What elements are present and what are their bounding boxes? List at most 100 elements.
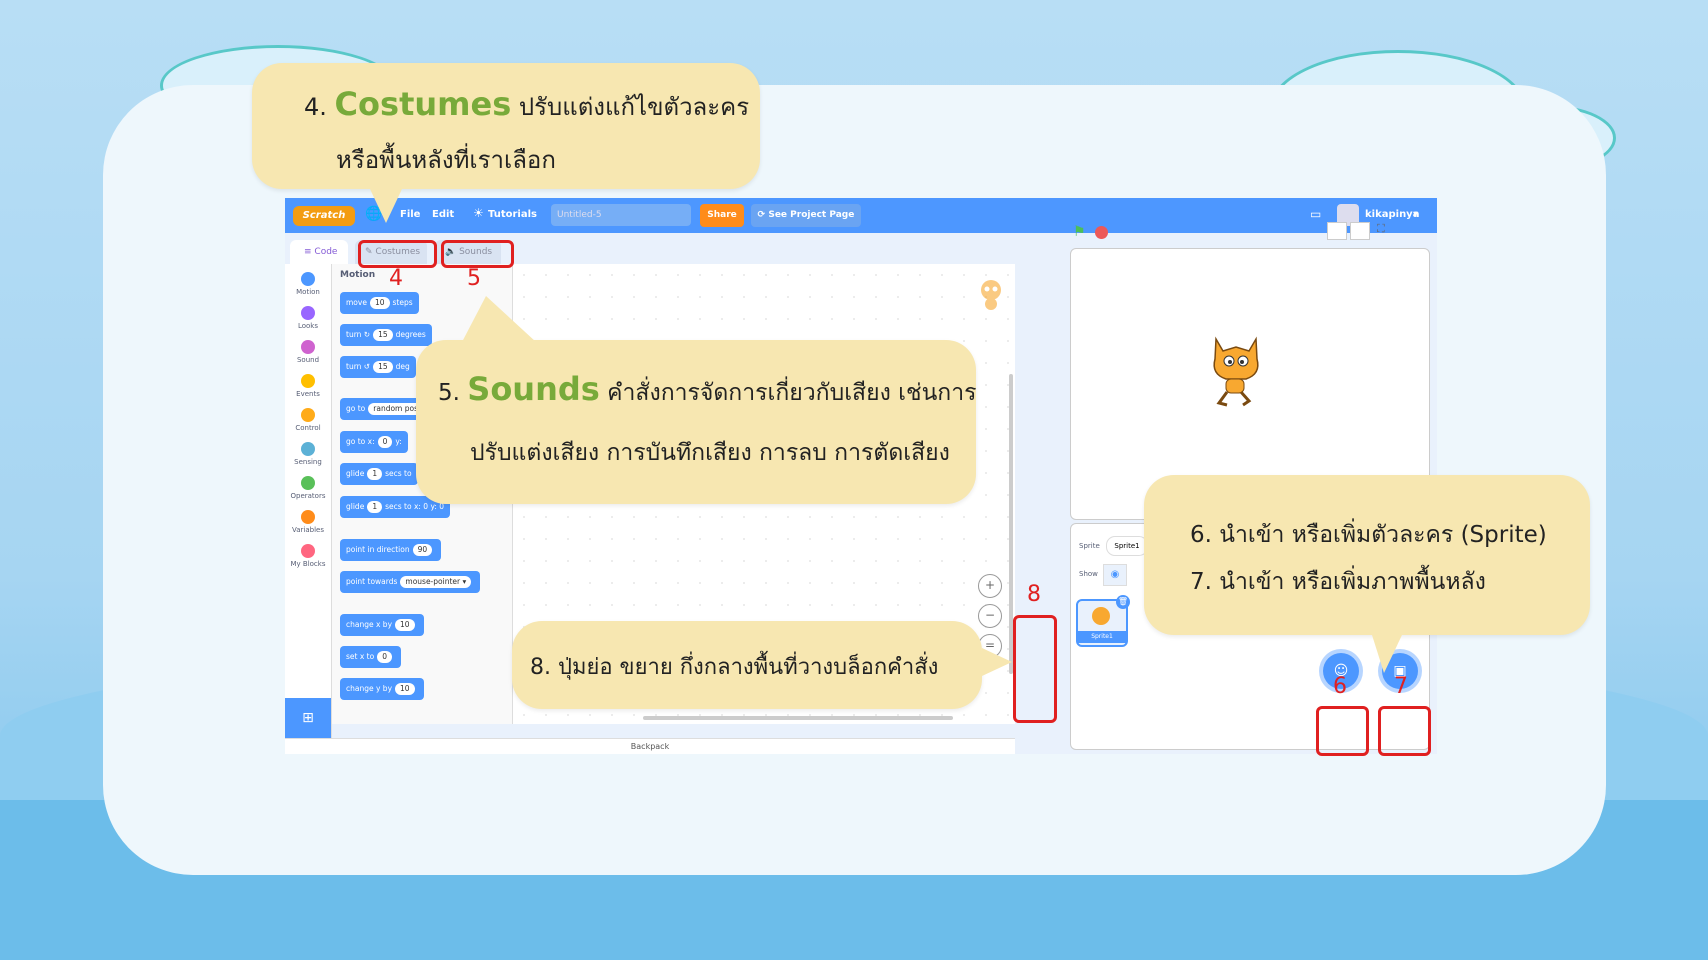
category-dot-icon <box>301 510 315 524</box>
category-sound[interactable]: Sound <box>285 340 331 364</box>
motion-block[interactable]: set x to 0 <box>340 646 401 668</box>
callout-67-line2: 7. นำเข้า หรือเพิ่มภาพพื้นหลัง <box>1190 569 1486 595</box>
tab-code[interactable]: ≡ Code <box>290 240 348 264</box>
block-text: glide <box>346 469 365 478</box>
menu-file[interactable]: File <box>400 209 420 220</box>
category-label: Motion <box>296 288 320 296</box>
callout-costumes-line2: หรือพื้นหลังที่เราเลือก <box>336 146 556 174</box>
motion-block[interactable]: change y by 10 <box>340 678 424 700</box>
category-looks[interactable]: Looks <box>285 306 331 330</box>
block-input[interactable]: 0 <box>377 651 392 663</box>
zoom-out-button[interactable]: − <box>978 604 1002 628</box>
sprite-thumbnail[interactable]: Sprite1 🗑 <box>1076 595 1130 647</box>
category-sensing[interactable]: Sensing <box>285 442 331 466</box>
sprite-thumb-cat-icon <box>1092 607 1110 625</box>
motion-block[interactable]: point in direction 90 <box>340 539 442 561</box>
stop-icon[interactable] <box>1095 226 1108 239</box>
block-input[interactable]: 1 <box>367 468 383 480</box>
block-input[interactable]: 0 <box>377 436 393 448</box>
motion-block[interactable]: turn ↻ 15 degrees <box>340 324 432 346</box>
folder-icon[interactable]: ▭ <box>1310 207 1321 221</box>
small-stage-icon[interactable] <box>1327 222 1347 240</box>
block-text: turn ↻ <box>346 330 371 339</box>
callout-costumes: 4. Costumes ปรับแต่งแก้ไขตัวละคร หรือพื้… <box>252 63 760 189</box>
block-text: move <box>346 298 367 307</box>
block-input[interactable]: 15 <box>373 361 393 373</box>
category-my-blocks[interactable]: My Blocks <box>285 544 331 568</box>
block-input[interactable]: 10 <box>369 297 390 309</box>
normal-stage-icon[interactable] <box>1350 222 1370 240</box>
motion-block[interactable]: glide 1 secs to <box>340 463 418 485</box>
highlight-sounds <box>441 240 514 268</box>
menu-tutorials[interactable]: Tutorials <box>488 209 537 220</box>
lightbulb-icon: ☀ <box>473 206 484 220</box>
block-text: deg <box>395 362 410 371</box>
backpack[interactable]: Backpack <box>285 738 1015 754</box>
callout-costumes-line1: ปรับแต่งแก้ไขตัวละคร <box>518 93 750 121</box>
block-input[interactable]: 1 <box>367 501 383 513</box>
block-text: steps <box>392 298 413 307</box>
see-project-label: See Project Page <box>768 210 855 220</box>
project-title-input[interactable]: Untitled-5 <box>551 204 691 226</box>
block-text: y: <box>395 437 402 446</box>
menu-edit[interactable]: Edit <box>432 209 454 220</box>
block-input[interactable]: 10 <box>395 619 415 631</box>
callout-zoom-text: 8. ปุ่มย่อ ขยาย กึ่งกลางพื้นที่วางบล็อกค… <box>530 655 939 680</box>
category-variables[interactable]: Variables <box>285 510 331 534</box>
motion-block[interactable]: change x by 10 <box>340 614 424 636</box>
category-operators[interactable]: Operators <box>285 476 331 500</box>
see-project-page-button[interactable]: ⟳ See Project Page <box>751 204 861 227</box>
show-label: Show <box>1079 570 1098 578</box>
callout-sounds-num: 5. <box>438 380 460 406</box>
scratch-cat-icon <box>1213 336 1259 407</box>
block-text: turn ↺ <box>346 362 371 371</box>
block-input[interactable]: 15 <box>373 329 393 341</box>
motion-block[interactable]: turn ↺ 15 deg <box>340 356 416 378</box>
eye-icon[interactable]: ◉ <box>1103 564 1127 586</box>
share-button[interactable]: Share <box>700 204 744 227</box>
chevron-down-icon[interactable]: ▾ <box>1413 209 1418 220</box>
menu-bar: Scratch 🌐 File Edit ☀ Tutorials Untitled… <box>285 198 1437 233</box>
block-input[interactable]: 10 <box>395 683 415 695</box>
marker-4: 4 <box>389 266 403 291</box>
marker-6: 6 <box>1333 674 1347 699</box>
highlight-add-backdrop <box>1378 706 1431 756</box>
horizontal-scrollbar[interactable] <box>643 716 953 720</box>
motion-block[interactable]: move 10 steps <box>340 292 419 314</box>
category-label: Variables <box>292 526 324 534</box>
marker-7: 7 <box>1394 674 1408 699</box>
fullscreen-icon[interactable]: ⛶ <box>1377 222 1385 236</box>
category-dot-icon <box>301 340 315 354</box>
callout-zoom: 8. ปุ่มย่อ ขยาย กึ่งกลางพื้นที่วางบล็อกค… <box>512 621 982 709</box>
category-events[interactable]: Events <box>285 374 331 398</box>
block-input[interactable]: mouse-pointer ▾ <box>400 576 472 588</box>
category-motion[interactable]: Motion <box>285 272 331 296</box>
block-input[interactable]: 90 <box>412 544 433 556</box>
callout-sounds-tail <box>462 296 536 342</box>
motion-block[interactable]: go to x: 0 y: <box>340 431 408 453</box>
highlight-add-sprite <box>1316 706 1369 756</box>
zoom-in-button[interactable]: + <box>978 574 1002 598</box>
category-menu: Motion Looks Sound Events Control Sensing Oper… <box>285 264 332 754</box>
block-text: change y by <box>346 684 393 693</box>
green-flag-icon[interactable]: ⚑ <box>1073 224 1086 240</box>
category-control[interactable]: Control <box>285 408 331 432</box>
sprite-label: Sprite <box>1079 542 1100 550</box>
scratch-logo[interactable]: Scratch <box>293 206 355 226</box>
username[interactable]: kikapinya <box>1365 209 1419 220</box>
category-label: Events <box>296 390 320 398</box>
marker-8: 8 <box>1027 582 1041 607</box>
delete-icon[interactable]: 🗑 <box>1116 595 1130 609</box>
add-extension-button[interactable]: ⊞ <box>285 698 331 738</box>
callout-sounds: 5. Sounds คำสั่งการจัดการเกี่ยวกับเสียง … <box>416 340 977 504</box>
callout-sprite-backdrop: 6. นำเข้า หรือเพิ่มตัวละคร (Sprite) 7. น… <box>1144 475 1590 635</box>
motion-block[interactable]: point towards mouse-pointer ▾ <box>340 571 481 593</box>
category-dot-icon <box>301 272 315 286</box>
block-text: set x to <box>346 652 375 661</box>
sprite-name-input[interactable]: Sprite1 <box>1106 536 1148 556</box>
palette-heading: Motion <box>340 270 376 280</box>
category-label: Looks <box>297 322 319 330</box>
category-label: My Blocks <box>290 560 326 568</box>
block-text: go to <box>346 404 366 413</box>
callout-costumes-title: Costumes <box>334 85 512 123</box>
